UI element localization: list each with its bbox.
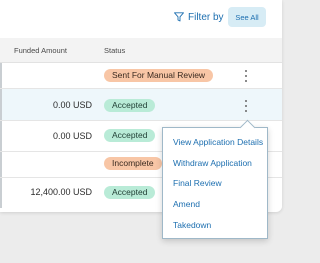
filter-button[interactable]: Filter by	[174, 9, 224, 25]
row-edge	[0, 63, 2, 88]
status-badge: Accepted	[104, 129, 156, 142]
status-badge: Accepted	[104, 99, 156, 112]
status-badge: Sent For Manual Review	[104, 69, 214, 82]
table-toolbar: Filter by See All	[0, 0, 282, 36]
row-edge	[0, 121, 2, 151]
row-edge	[0, 178, 2, 208]
menu-item-amend[interactable]: Amend	[173, 199, 200, 209]
row-actions-menu: View Application Details Withdraw Applic…	[162, 119, 268, 239]
menu-item-final-review[interactable]: Final Review	[173, 178, 222, 188]
row-actions-kebab-icon[interactable]	[243, 100, 249, 112]
row-edge	[0, 152, 2, 177]
funded-amount-cell: 0.00 USD	[52, 131, 92, 141]
status-badge: Incomplete	[104, 157, 162, 170]
status-badge: Accepted	[104, 186, 156, 199]
menu-item-takedown[interactable]: Takedown	[173, 220, 211, 230]
row-edge	[0, 89, 2, 120]
funded-amount-cell: 12,400.00 USD	[30, 187, 92, 197]
column-header-funded-amount[interactable]: Funded Amount	[14, 46, 67, 55]
menu-item-withdraw-application[interactable]: Withdraw Application	[173, 158, 252, 168]
table-header: Funded Amount Status	[0, 38, 282, 63]
table-row[interactable]: 0.00 USD Accepted	[0, 89, 282, 121]
row-actions-kebab-icon[interactable]	[243, 70, 249, 82]
table-row[interactable]: Sent For Manual Review	[0, 63, 282, 89]
see-all-button[interactable]: See All	[228, 7, 266, 27]
funded-amount-cell: 0.00 USD	[52, 100, 92, 110]
column-header-status[interactable]: Status	[104, 46, 125, 55]
filter-icon	[174, 12, 184, 22]
filter-label: Filter by	[188, 11, 224, 23]
menu-item-view-application-details[interactable]: View Application Details	[173, 137, 263, 147]
